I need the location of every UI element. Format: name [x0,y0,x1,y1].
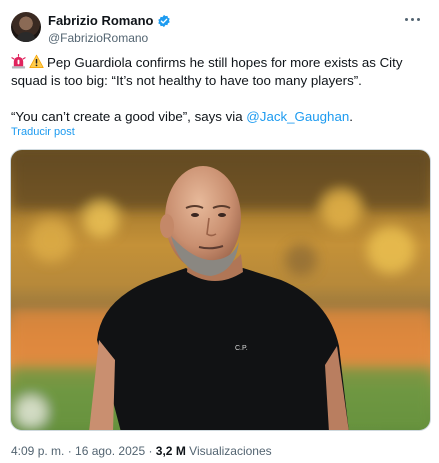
tweet-meta: 4:09 p. m. · 16 ago. 2025 · 3,2 M Visual… [11,443,272,459]
verified-badge-icon [157,14,171,28]
author-name-row: Fabrizio Romano [48,12,171,29]
author-block: Fabrizio Romano @FabrizioRomano [48,12,171,46]
views-count: 3,2 M [155,444,186,458]
author-handle[interactable]: @FabrizioRomano [48,30,171,46]
tweet-line-1: Pep Guardiola confirms he still hopes fo… [11,55,403,88]
author-avatar[interactable] [11,12,41,42]
tweet-line-2-end: . [349,109,353,124]
mention-link[interactable]: @Jack_Gaughan [246,109,349,124]
tweet-line-2-start: “You can’t create a good vibe”, says via [11,109,247,124]
tweet-time[interactable]: 4:09 p. m. [11,444,64,458]
tweet-paragraph-2: “You can’t create a good vibe”, says via… [11,108,431,126]
meta-separator: · [145,444,156,458]
views-label: Visualizaciones [189,444,272,458]
tweet-date[interactable]: 16 ago. 2025 [75,444,145,458]
tweet-paragraph-1: Pep Guardiola confirms he still hopes fo… [11,54,431,90]
author-display-name[interactable]: Fabrizio Romano [48,12,153,29]
shirt-logo: C.P. [235,345,248,352]
translate-post-link[interactable]: Traducir post [11,125,75,139]
tweet-photo[interactable]: C.P. [10,149,431,431]
meta-separator: · [64,444,76,458]
rotating-light-icon [11,54,26,69]
tweet-text: Pep Guardiola confirms he still hopes fo… [11,54,431,126]
shirt-shape [97,268,349,430]
more-options-icon[interactable] [400,10,424,28]
warning-icon [29,54,44,69]
